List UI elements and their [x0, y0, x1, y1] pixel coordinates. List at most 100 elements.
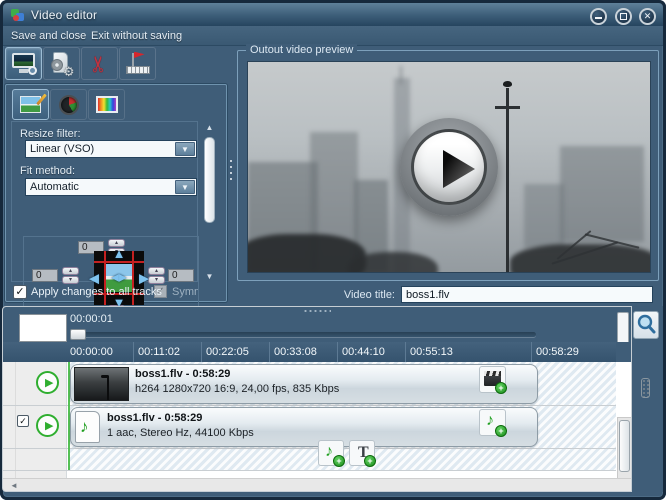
antenna-silhouette	[400, 66, 402, 84]
spin-up-button[interactable]: ▴	[148, 267, 165, 275]
lamp-silhouette	[107, 376, 109, 401]
monitor-stand	[19, 69, 28, 73]
tab-resize[interactable]	[12, 89, 49, 120]
apply-all-label: Apply changes to all tracks	[31, 286, 162, 298]
music-note-icon: ♪	[80, 417, 89, 437]
resize-settings-box: Resize filter: Linear (VSO) ▼ Fit method…	[11, 121, 198, 282]
apply-all-checkbox[interactable]: ✓	[13, 285, 27, 299]
tree-silhouette	[510, 244, 651, 273]
crop-left-field[interactable]	[32, 269, 58, 282]
scroll-down-icon[interactable]: ▼	[202, 272, 217, 281]
app-icon-shape	[13, 15, 19, 21]
toolbar-chapters-button[interactable]	[119, 47, 156, 80]
video-title-input[interactable]	[401, 286, 653, 303]
chevron-down-icon: ▼	[175, 142, 195, 156]
right-splitter-handle[interactable]	[641, 378, 650, 398]
gear-icon: ⚙	[63, 64, 75, 80]
crop-left-spinner: ▴ ▾	[62, 267, 79, 284]
audio-track-checkbox[interactable]: ✓	[17, 415, 29, 427]
app-icon	[11, 8, 25, 22]
video-preview[interactable]	[247, 61, 651, 273]
disc-shape	[51, 59, 63, 71]
tab-colors[interactable]	[88, 89, 125, 120]
add-audio-clip-button[interactable]: ♪ +	[479, 409, 506, 436]
video-clip-thumbnail	[74, 367, 129, 401]
fit-method-select[interactable]: Automatic ▼	[25, 178, 197, 196]
ruler-tick	[337, 342, 338, 362]
crop-arrow-horizontal-icon[interactable]: ◀▶	[111, 272, 126, 285]
tracks-area: ▶ boss1.flv - 0:58:29 h264 1280x720 16:9…	[3, 362, 632, 485]
tab-color-dial[interactable]	[50, 89, 87, 120]
scroll-up-icon[interactable]: ▲	[202, 123, 217, 132]
ruler-tick	[531, 342, 532, 362]
ruler-timestamp: 00:11:02	[138, 346, 180, 358]
audio-track-play-button[interactable]: ▶	[36, 414, 59, 437]
fit-method-label: Fit method:	[20, 165, 75, 177]
bird-silhouette	[503, 81, 512, 87]
audio-clip-icon-tile: ♪	[75, 411, 100, 443]
minimize-icon	[595, 17, 602, 19]
ruler-right-spacer	[616, 342, 632, 362]
seek-slider-handle[interactable]	[70, 329, 86, 340]
ruler-end-timestamp: 00:58:29	[536, 346, 579, 358]
seek-slider[interactable]	[70, 332, 536, 337]
spin-down-button[interactable]: ▾	[148, 276, 165, 284]
rainbow-bars-icon	[96, 96, 118, 113]
video-editor-window: Video editor ✕ Save and close Exit witho…	[0, 0, 666, 500]
crop-arrow-up-icon[interactable]: ▲	[113, 247, 126, 260]
spin-down-button[interactable]: ▾	[62, 276, 79, 284]
ruler-tick	[133, 342, 134, 362]
settings-scrollbar: ▲ ▼	[202, 123, 217, 281]
add-text-track-button[interactable]: T +	[349, 440, 375, 466]
toolbar-encoding-settings-button[interactable]: ⚙	[43, 47, 80, 80]
toolbar-video-settings-button[interactable]	[5, 47, 42, 80]
magnifier-icon	[634, 312, 658, 338]
plus-icon: +	[495, 382, 507, 394]
maximize-button[interactable]	[615, 8, 632, 25]
ruler-tick	[269, 342, 270, 362]
resize-filter-value: Linear (VSO)	[30, 143, 94, 155]
resize-filter-select[interactable]: Linear (VSO) ▼	[25, 140, 197, 158]
ruler-timestamp: 00:44:10	[342, 346, 385, 358]
settings-scrollbar-thumb[interactable]	[204, 137, 215, 223]
crop-right-spinner: ▴ ▾	[148, 267, 165, 284]
close-button[interactable]: ✕	[639, 8, 656, 25]
add-audio-track-button[interactable]: ♪ +	[318, 440, 344, 466]
timeline-ruler[interactable]: 00:00:00 00:11:02 00:22:05 00:33:08 00:4…	[3, 342, 616, 362]
panel-splitter-handle[interactable]	[229, 158, 233, 184]
ruler-tick	[405, 342, 406, 362]
minimize-button[interactable]	[590, 8, 607, 25]
add-video-clip-button[interactable]: +	[479, 366, 506, 393]
pencil-icon	[36, 94, 47, 106]
timeline-splitter-handle[interactable]	[303, 309, 331, 313]
ruler-tick	[201, 342, 202, 362]
pole-silhouette	[506, 88, 509, 273]
audio-clip-title: boss1.flv - 0:58:29	[107, 412, 202, 424]
preview-play-button[interactable]	[400, 118, 498, 216]
chevron-down-icon: ▼	[175, 180, 195, 194]
tracks-scrollbar-thumb[interactable]	[619, 420, 630, 472]
audio-clip[interactable]: ♪ boss1.flv - 0:58:29 1 aac, Stereo Hz, …	[70, 407, 538, 447]
timeline-zoom-button[interactable]	[633, 311, 659, 339]
spin-up-button[interactable]: ▴	[62, 267, 79, 275]
crop-arrow-right-icon[interactable]: ▶	[139, 272, 149, 285]
menu-save-and-close[interactable]: Save and close	[11, 30, 86, 42]
play-icon: ▶	[45, 420, 53, 433]
gutter-divider	[15, 362, 16, 485]
menu-exit-without-saving[interactable]: Exit without saving	[91, 30, 182, 42]
toolbar-cut-button[interactable]: ✂	[81, 47, 118, 80]
output-preview-group: Outout video preview	[237, 50, 659, 281]
output-preview-label: Outout video preview	[246, 44, 357, 56]
video-track-play-button[interactable]: ▶	[36, 371, 59, 394]
row-separator	[3, 405, 616, 406]
crop-right-field[interactable]	[168, 269, 194, 282]
timeline-horizontal-scrollbar[interactable]: ◄	[3, 478, 632, 492]
current-frame-box	[19, 314, 67, 342]
video-clip[interactable]: boss1.flv - 0:58:29 h264 1280x720 16:9, …	[70, 364, 538, 404]
tree-silhouette	[348, 252, 438, 273]
title-bar: Video editor ✕	[3, 3, 663, 26]
plus-icon: +	[495, 425, 507, 437]
scroll-left-icon[interactable]: ◄	[10, 481, 18, 490]
crop-arrow-left-icon[interactable]: ◀	[89, 272, 99, 285]
pole-arm-silhouette	[495, 106, 520, 109]
